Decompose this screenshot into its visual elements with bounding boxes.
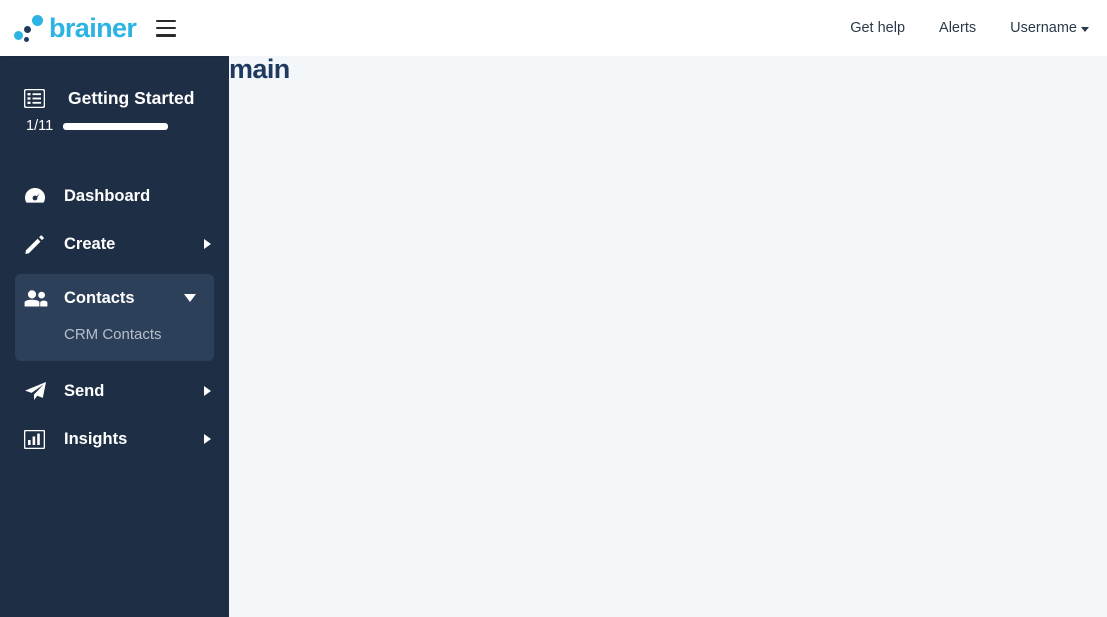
pencil-icon	[24, 234, 50, 255]
sidebar-item-create[interactable]: Create	[0, 220, 229, 268]
sidebar-item-contacts[interactable]: Contacts	[15, 274, 214, 322]
chevron-right-icon	[204, 239, 211, 249]
paper-plane-icon	[24, 381, 50, 401]
bar-chart-icon	[24, 430, 50, 449]
alerts-label: Alerts	[939, 20, 976, 36]
sidebar-item-label: Insights	[64, 430, 127, 449]
app-root: mainbrainer Get help Alerts Username Get…	[0, 0, 1107, 617]
sidebar-item-insights[interactable]: Insights	[0, 415, 229, 463]
logo-text-brainer: brainer	[49, 13, 136, 43]
logo-text: mainbrainer	[49, 15, 136, 42]
logo-text-main: main	[229, 56, 1107, 617]
chevron-down-icon	[1081, 27, 1089, 32]
logo-dots-icon	[12, 13, 46, 43]
sidebar-item-label: Create	[64, 235, 115, 254]
get-help-link[interactable]: Get help	[850, 20, 905, 36]
sidebar-item-label: Contacts	[64, 289, 135, 308]
sidebar-subitem-label: CRM Contacts	[64, 326, 162, 343]
sidebar-getting-started[interactable]: Getting Started 1/11	[0, 70, 229, 134]
sidebar-group-contacts: Contacts CRM Contacts	[15, 274, 214, 361]
username-menu[interactable]: Username	[1010, 20, 1089, 36]
gauge-icon	[24, 186, 50, 206]
getting-started-title: Getting Started	[68, 88, 194, 109]
getting-started-progressbar	[63, 123, 168, 130]
sidebar-item-dashboard[interactable]: Dashboard	[0, 172, 229, 220]
sidebar-item-send[interactable]: Send	[0, 367, 229, 415]
hamburger-menu-icon[interactable]	[156, 20, 176, 37]
list-checklist-icon	[24, 89, 50, 108]
people-icon	[24, 290, 50, 307]
chevron-down-icon	[184, 294, 196, 302]
chevron-right-icon	[204, 434, 211, 444]
sidebar-item-crm-contacts[interactable]: CRM Contacts	[15, 322, 214, 351]
alerts-link[interactable]: Alerts	[939, 20, 976, 36]
sidebar: Getting Started 1/11 Dashboard Cre	[0, 56, 229, 617]
username-label: Username	[1010, 20, 1077, 36]
sidebar-nav: Dashboard Create Contacts CRM C	[0, 172, 229, 463]
sidebar-item-label: Send	[64, 382, 104, 401]
get-help-label: Get help	[850, 20, 905, 36]
getting-started-count: 1/11	[26, 118, 53, 134]
top-header: mainbrainer Get help Alerts Username	[0, 0, 1107, 56]
sidebar-item-label: Dashboard	[64, 187, 150, 206]
header-nav: Get help Alerts Username	[850, 20, 1089, 36]
brand-logo[interactable]: mainbrainer	[12, 13, 136, 43]
chevron-right-icon	[204, 386, 211, 396]
